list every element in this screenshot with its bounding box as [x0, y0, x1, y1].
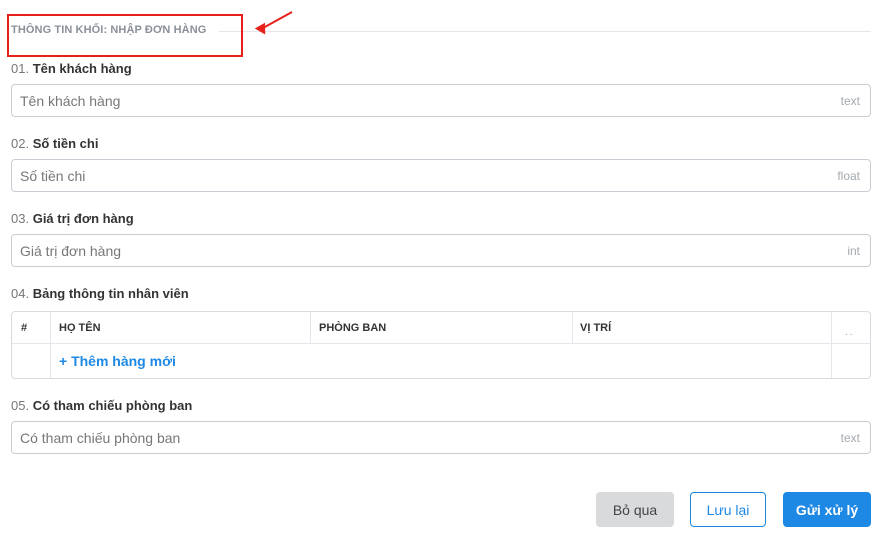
field-label-customer-name: 01. Tên khách hàng [11, 61, 132, 76]
type-hint: text [840, 94, 860, 108]
column-options-icon[interactable]: ·· [845, 329, 854, 340]
table-header-divider [12, 343, 870, 344]
department-reference-field-box: text [11, 421, 871, 454]
add-row-link[interactable]: + Thêm hàng mới [59, 353, 176, 369]
annotation-arrow-icon [254, 11, 293, 35]
order-value-input[interactable] [20, 235, 800, 266]
skip-button[interactable]: Bỏ qua [596, 492, 674, 527]
table-header-department: PHÒNG BAN [319, 322, 387, 334]
table-column-divider [310, 312, 311, 343]
table-header-index: # [21, 322, 28, 334]
table-header-full-name: HỌ TÊN [59, 322, 101, 334]
table-column-divider [831, 312, 832, 378]
order-value-field-box: int [11, 234, 871, 267]
table-header-position: VỊ TRÍ [580, 322, 612, 334]
submit-button[interactable]: Gửi xử lý [783, 492, 871, 527]
type-hint: text [840, 431, 860, 445]
annotation-highlight-box [7, 14, 243, 57]
section-divider [219, 31, 871, 32]
customer-name-field-box: text [11, 84, 871, 117]
type-hint: int [847, 244, 860, 258]
field-label-amount-spent: 02. Số tiền chi [11, 136, 99, 151]
field-label-department-reference: 05. Có tham chiếu phòng ban [11, 398, 193, 413]
field-label-order-value: 03. Giá trị đơn hàng [11, 211, 134, 226]
customer-name-input[interactable] [20, 85, 800, 116]
employee-table: # HỌ TÊN PHÒNG BAN VỊ TRÍ ·· + Thêm hàng… [11, 311, 871, 379]
save-button[interactable]: Lưu lại [690, 492, 766, 527]
amount-spent-input[interactable] [20, 160, 800, 191]
table-column-divider [50, 312, 51, 378]
amount-spent-field-box: float [11, 159, 871, 192]
field-label-employee-table: 04. Bảng thông tin nhân viên [11, 286, 189, 301]
department-reference-input[interactable] [20, 422, 800, 453]
table-column-divider [572, 312, 573, 343]
type-hint: float [837, 169, 860, 183]
